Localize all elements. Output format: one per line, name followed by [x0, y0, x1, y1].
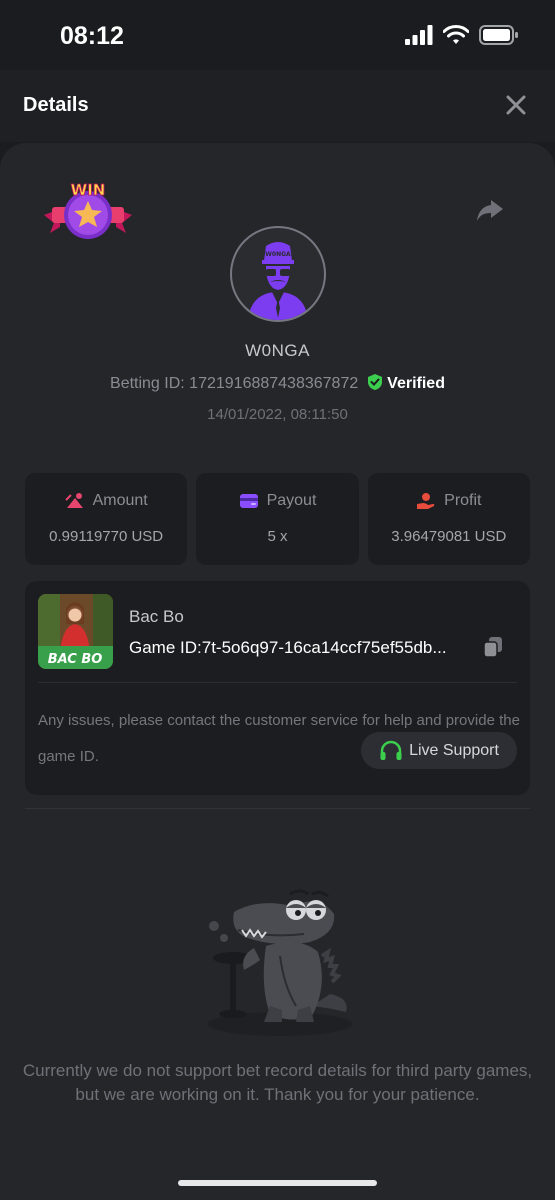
avatar-hat-text: W0NGA [265, 251, 291, 258]
status-bar: 08:12 [0, 0, 555, 70]
game-thumbnail[interactable]: BAC BO [38, 594, 113, 669]
payout-label: Payout [266, 492, 317, 509]
details-sheet: WIN W0NGA W0NGA Betting ID: 172191688743… [0, 143, 555, 1200]
empty-state-message: Currently we do not support bet record d… [22, 1061, 533, 1104]
game-id-row: Game ID:7t-5o6q97-16ca14ccf75ef55db... [129, 638, 447, 658]
page-title: Details [23, 94, 89, 116]
avatar-icon: W0NGA [248, 242, 308, 320]
live-support-label: Live Support [409, 741, 499, 759]
status-icons [405, 25, 519, 45]
status-time: 08:12 [60, 22, 124, 50]
amount-value: 0.99119770 USD [49, 528, 164, 545]
amount-card: Amount 0.99119770 USD [25, 473, 188, 565]
amount-icon [64, 493, 83, 508]
amount-label: Amount [92, 492, 148, 509]
betting-id-label: Betting ID: [110, 375, 185, 392]
verified-shield-icon [367, 374, 382, 390]
payout-card-icon [239, 494, 258, 508]
betting-id-value: 1721916887438367872 [189, 375, 359, 392]
copy-icon[interactable] [483, 636, 503, 658]
close-icon[interactable] [503, 92, 529, 118]
stats-row: Amount 0.99119770 USD Payout 5 x Profit … [25, 473, 530, 565]
game-id-value: 7t-5o6q97-16ca14ccf75ef55db... [201, 638, 447, 657]
username: W0NGA [245, 341, 310, 360]
bet-datetime: 14/01/2022, 08:11:50 [207, 406, 348, 423]
signal-icon [405, 25, 433, 45]
section-divider [25, 808, 530, 809]
avatar: W0NGA [230, 226, 326, 322]
win-label: WIN [71, 181, 106, 199]
thumb-text: BAC BO [48, 652, 103, 667]
live-support-button[interactable]: Live Support [361, 732, 517, 769]
home-indicator[interactable] [178, 1180, 377, 1186]
betting-id-row: Betting ID: 1721916887438367872 Verified [0, 373, 555, 393]
crocodile-illustration [208, 889, 352, 1036]
profit-value: 3.96479081 USD [391, 528, 507, 545]
game-name: Bac Bo [129, 607, 184, 626]
verified-label: Verified [387, 375, 445, 392]
game-card: BAC BO Bac Bo Game ID:7t-5o6q97-16ca14cc… [25, 581, 530, 795]
payout-card: Payout 5 x [196, 473, 359, 565]
wifi-icon [443, 25, 469, 44]
profit-card: Profit 3.96479081 USD [367, 473, 530, 565]
profit-label: Profit [444, 492, 482, 509]
game-id-label: Game ID: [129, 638, 202, 657]
headset-icon [380, 740, 402, 760]
card-divider [38, 682, 517, 683]
details-header: Details [0, 70, 555, 142]
profit-hand-icon [417, 493, 435, 509]
share-icon[interactable] [475, 195, 505, 225]
win-badge-icon: WIN [44, 181, 132, 239]
battery-icon [479, 25, 518, 45]
payout-value: 5 x [267, 528, 288, 545]
